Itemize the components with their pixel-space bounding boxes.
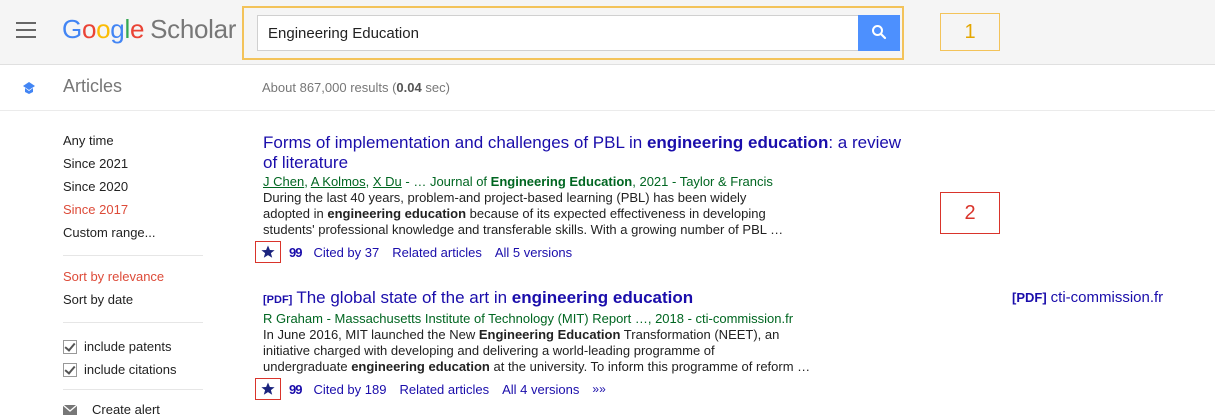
sort-by-relevance[interactable]: Sort by relevance — [63, 268, 213, 291]
filter-custom-range[interactable]: Custom range... — [63, 224, 213, 247]
save-star-button[interactable] — [255, 241, 281, 263]
star-icon — [261, 382, 275, 395]
filter-any-time[interactable]: Any time — [63, 132, 213, 155]
sort-by-date[interactable]: Sort by date — [63, 291, 213, 314]
side-pdf-link[interactable]: [PDF] cti-commission.fr — [1012, 289, 1163, 306]
author-link[interactable]: A Kolmos — [311, 174, 366, 189]
filter-sidebar: Any time Since 2021 Since 2020 Since 201… — [63, 132, 213, 417]
sidebar-divider — [63, 255, 203, 256]
include-patents-checkbox[interactable]: include patents — [63, 335, 213, 358]
include-citations-checkbox[interactable]: include citations — [63, 358, 213, 381]
search-input[interactable]: Engineering Education — [257, 15, 858, 51]
result-snippet: In June 2016, MIT launched the New Engin… — [263, 327, 811, 374]
search-result: [PDF] The global state of the art in engi… — [255, 288, 903, 400]
articles-heading: Articles — [63, 76, 123, 96]
all-versions-link[interactable]: All 4 versions — [502, 381, 579, 398]
sidebar-divider — [63, 389, 203, 390]
result-actions: 99 Cited by 189 Related articles All 4 v… — [255, 378, 903, 400]
result-authors: J Chen, A Kolmos, X Du - … Journal of En… — [263, 174, 773, 189]
result-title-link[interactable]: [PDF] The global state of the art in engi… — [263, 288, 903, 310]
author-link[interactable]: J Chen — [263, 174, 304, 189]
result-actions: 99 Cited by 37 Related articles All 5 ve… — [255, 241, 903, 263]
cited-by-link[interactable]: Cited by 189 — [313, 381, 386, 398]
create-alert-link[interactable]: Create alert — [63, 402, 213, 417]
star-icon — [261, 245, 275, 258]
author-link[interactable]: X Du — [373, 174, 402, 189]
articles-cap-icon — [23, 82, 35, 94]
google-scholar-logo[interactable]: Google Scholar — [62, 14, 236, 45]
cite-quote-icon[interactable]: 99 — [289, 244, 303, 261]
checkbox-checked-icon — [63, 339, 77, 354]
result-snippet: During the last 40 years, problem-and pr… — [263, 190, 784, 237]
result-count: About 867,000 results (0.04 sec) — [262, 80, 450, 95]
filter-since-2020[interactable]: Since 2020 — [63, 178, 213, 201]
search-highlight-box: Engineering Education — [242, 6, 904, 60]
related-articles-link[interactable]: Related articles — [392, 244, 482, 261]
search-result: Forms of implementation and challenges o… — [255, 133, 903, 263]
more-options-icon[interactable]: »» — [592, 381, 605, 398]
hamburger-menu-icon[interactable] — [16, 22, 36, 40]
checkbox-checked-icon — [63, 362, 77, 377]
filter-since-2017[interactable]: Since 2017 — [63, 201, 213, 224]
cite-quote-icon[interactable]: 99 — [289, 381, 303, 398]
result-title-link[interactable]: Forms of implementation and challenges o… — [263, 133, 903, 173]
articles-bar: Articles About 867,000 results (0.04 sec… — [0, 64, 1215, 111]
search-button[interactable] — [858, 15, 900, 51]
all-versions-link[interactable]: All 5 versions — [495, 244, 572, 261]
callout-label-1: 1 — [940, 13, 1000, 51]
cited-by-link[interactable]: Cited by 37 — [313, 244, 379, 261]
sidebar-divider — [63, 322, 203, 323]
header-bar: Google Scholar Engineering Education 1 — [0, 0, 1215, 65]
search-icon — [872, 24, 887, 39]
filter-since-2021[interactable]: Since 2021 — [63, 155, 213, 178]
envelope-icon — [63, 404, 77, 415]
pdf-tag: [PDF] — [263, 294, 293, 306]
result-authors: R Graham - Massachusetts Institute of Te… — [263, 311, 794, 326]
callout-label-2: 2 — [940, 192, 1000, 234]
related-articles-link[interactable]: Related articles — [399, 381, 489, 398]
save-star-button[interactable] — [255, 378, 281, 400]
